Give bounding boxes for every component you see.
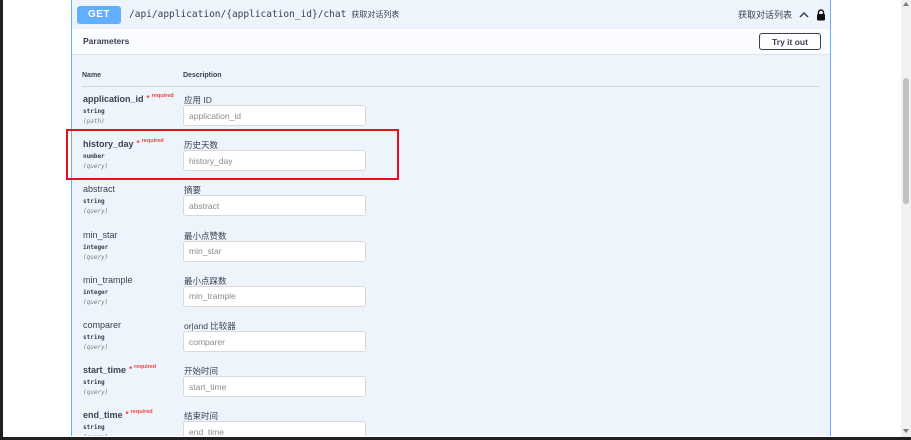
parameter-type: string bbox=[83, 198, 105, 206]
http-method-badge: GET bbox=[77, 5, 121, 24]
try-it-out-button[interactable]: Try it out bbox=[759, 33, 821, 50]
parameter-location: (path) bbox=[83, 118, 105, 125]
parameter-type: string bbox=[83, 334, 105, 341]
parameter-row-start-time: start_time * required string (query) 开始时间 bbox=[72, 363, 830, 408]
parameter-name: end_time * required bbox=[83, 409, 153, 421]
parameter-type: number bbox=[83, 153, 105, 161]
parameter-name: min_trample bbox=[83, 275, 133, 285]
parameters-title: Parameters bbox=[83, 36, 130, 46]
parameter-type: string bbox=[83, 379, 105, 387]
column-header-name: Name bbox=[82, 72, 102, 79]
parameter-type: integer bbox=[83, 288, 109, 296]
parameter-row-abstract: abstract string (query) 摘要 bbox=[72, 182, 830, 227]
parameter-name: start_time * required bbox=[83, 364, 157, 376]
parameter-name: application_id * required bbox=[83, 93, 174, 104]
parameter-row-min-star: min_starinteger (query) 最小点赞数 bbox=[72, 228, 830, 273]
parameter-input-history-day[interactable] bbox=[183, 150, 366, 172]
operation-summary[interactable]: GET /api/application/{application_id}/ch… bbox=[72, 0, 830, 30]
parameter-location: (query) bbox=[83, 389, 109, 397]
parameter-description: 最小点踩数 bbox=[184, 275, 227, 286]
endpoint-description: 获取对话列表 bbox=[351, 10, 400, 19]
parameter-name-text: min_star bbox=[83, 229, 118, 240]
parameters-header: Parameters Try it out bbox=[72, 29, 830, 55]
operation-block: GET /api/application/{application_id}/ch… bbox=[71, 0, 831, 436]
required-star: * bbox=[146, 94, 150, 103]
parameter-name-text: comparer bbox=[83, 320, 122, 330]
parameter-row-history-day: history_day * required number (query) 历史天数 bbox=[72, 137, 830, 182]
parameter-name: min_star bbox=[83, 230, 118, 240]
parameter-input-comparer[interactable] bbox=[183, 331, 366, 352]
parameter-type: string bbox=[83, 108, 105, 115]
parameter-input-end-time[interactable] bbox=[183, 421, 366, 436]
parameter-name: history_day * required bbox=[83, 138, 164, 150]
parameter-name-text: history_day bbox=[83, 139, 134, 150]
parameter-row-comparer: comparer string (query) or|and 比较器 bbox=[72, 318, 830, 363]
scroll-up-arrow-icon[interactable] bbox=[903, 2, 909, 6]
parameter-location: (query) bbox=[83, 344, 109, 351]
parameter-input-start-time[interactable] bbox=[183, 376, 366, 398]
parameter-name-text: abstract bbox=[83, 184, 116, 195]
lock-icon[interactable] bbox=[816, 8, 826, 21]
parameter-name: comparer bbox=[83, 320, 121, 330]
column-header-description: Description bbox=[183, 72, 222, 79]
scroll-down-arrow-icon[interactable] bbox=[903, 429, 909, 433]
parameter-location: (query) bbox=[83, 208, 109, 216]
header-divider bbox=[82, 86, 820, 87]
parameter-input-min-trample[interactable] bbox=[183, 285, 366, 307]
chevron-up-icon[interactable] bbox=[798, 9, 810, 21]
vertical-scrollbar[interactable] bbox=[901, 0, 911, 437]
parameter-type: integer bbox=[83, 243, 109, 251]
required-star: * bbox=[136, 139, 140, 149]
required-star: * bbox=[129, 365, 133, 375]
endpoint-path: /api/application/{application_id}/chat bbox=[129, 9, 347, 20]
parameter-input-application-id[interactable] bbox=[183, 105, 366, 126]
required-label: required bbox=[141, 138, 164, 145]
parameter-location: (query) bbox=[83, 253, 109, 261]
operation-summary-label: 获取对话列表 bbox=[737, 10, 792, 20]
scrollbar-thumb[interactable] bbox=[903, 78, 909, 204]
parameter-row-application-id: application_id * required string (path) 应用 ID bbox=[72, 92, 830, 137]
window-left-edge bbox=[0, 0, 3, 440]
parameter-name-text: start_time bbox=[83, 365, 127, 376]
parameter-input-abstract[interactable] bbox=[183, 195, 366, 217]
parameter-location: (query) bbox=[83, 298, 109, 306]
parameter-location: (query) bbox=[83, 163, 109, 171]
parameter-description: 最小点赞数 bbox=[184, 230, 227, 241]
required-label: required bbox=[130, 409, 153, 416]
parameter-row-min-trample: min_trampleinteger (query) 最小点踩数 bbox=[72, 273, 830, 318]
parameter-location: (query) bbox=[83, 434, 108, 436]
parameter-name-text: min_trample bbox=[83, 274, 133, 285]
parameter-name-text: end_time bbox=[83, 410, 123, 421]
required-star: * bbox=[125, 410, 129, 420]
parameter-name-text: application_id bbox=[83, 94, 144, 104]
parameter-type: string bbox=[83, 424, 105, 432]
parameter-input-min-star[interactable] bbox=[183, 240, 366, 262]
parameter-row-end-time: end_time*requiredstring(query)结束时间 bbox=[72, 408, 830, 436]
parameter-name: abstract bbox=[83, 184, 115, 194]
required-label: required bbox=[134, 364, 157, 371]
required-label: required bbox=[151, 93, 174, 99]
